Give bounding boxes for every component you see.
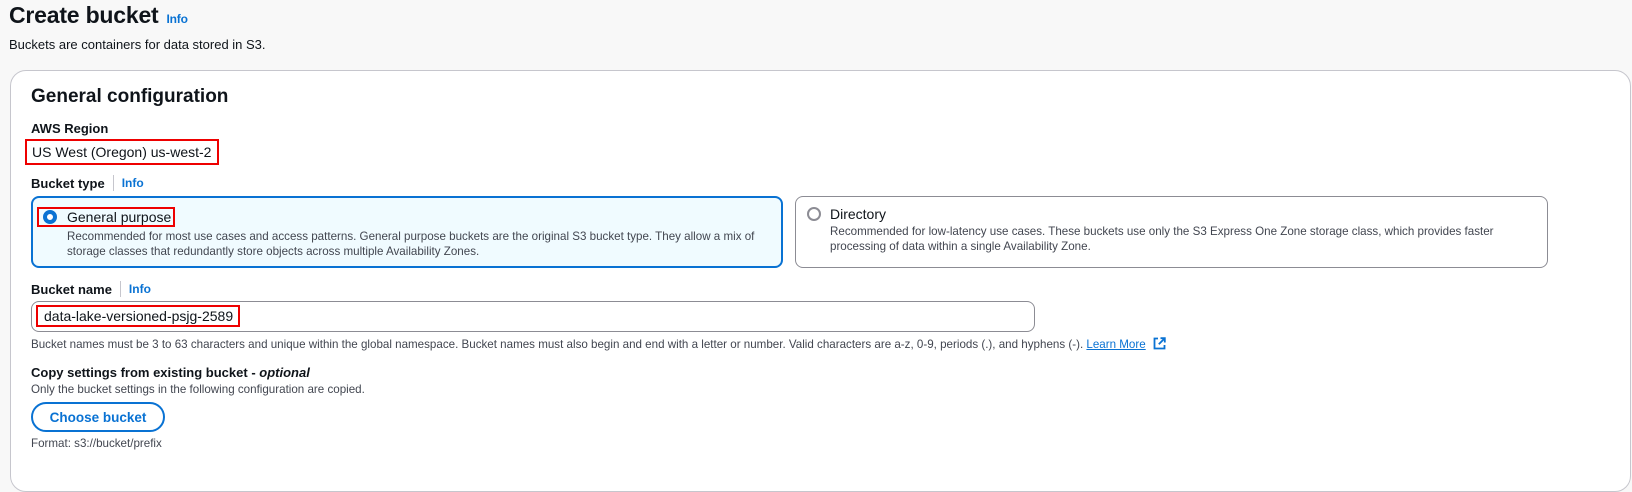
section-title: General configuration <box>31 86 229 107</box>
page-title: Create bucket Info <box>9 2 188 29</box>
choose-bucket-button[interactable]: Choose bucket <box>31 402 165 432</box>
region-label: AWS Region <box>31 121 108 136</box>
directory-name: Directory <box>830 206 887 222</box>
copy-settings-title-text: Copy settings from existing bucket - <box>31 365 260 380</box>
region-label-text: AWS Region <box>31 121 109 136</box>
learn-more-link[interactable]: Learn More <box>1086 338 1145 351</box>
bucket-type-directory-option[interactable]: Directory Recommended for low-latency us… <box>795 196 1548 268</box>
radio-general-purpose[interactable] <box>43 210 57 224</box>
page-description: Buckets are containers for data stored i… <box>9 37 266 52</box>
bucket-name-input[interactable]: data-lake-versioned-psjg-2589 <box>31 301 1035 332</box>
bucket-name-label-text: Bucket name <box>31 281 112 297</box>
radio-directory[interactable] <box>807 207 821 221</box>
copy-settings-title: Copy settings from existing bucket - opt… <box>31 365 310 380</box>
optional-label: optional <box>259 365 310 380</box>
external-link-icon[interactable] <box>1153 337 1166 353</box>
bucket-name-help-text: Bucket names must be 3 to 63 characters … <box>31 338 1084 351</box>
bucket-type-info-link[interactable]: Info <box>122 176 144 190</box>
page-title-text: Create bucket <box>9 2 159 28</box>
general-purpose-name: General purpose <box>37 207 176 227</box>
bucket-name-info-link[interactable]: Info <box>129 282 151 296</box>
bucket-name-help: Bucket names must be 3 to 63 characters … <box>31 337 1166 353</box>
bucket-type-label: Bucket type Info <box>31 175 144 191</box>
format-hint: Format: s3://bucket/prefix <box>31 437 162 450</box>
region-value: US West (Oregon) us-west-2 <box>25 139 219 165</box>
bucket-name-label: Bucket name Info <box>31 281 151 297</box>
directory-description: Recommended for low-latency use cases. T… <box>830 225 1494 253</box>
bucket-type-label-text: Bucket type <box>31 175 105 191</box>
general-purpose-description: Recommended for most use cases and acces… <box>67 230 755 258</box>
copy-settings-description: Only the bucket settings in the followin… <box>31 383 365 396</box>
bucket-type-general-purpose-option[interactable]: General purpose Recommended for most use… <box>31 196 783 268</box>
label-divider <box>112 175 114 191</box>
label-divider <box>119 281 121 297</box>
bucket-name-value: data-lake-versioned-psjg-2589 <box>36 305 241 327</box>
general-configuration-panel: General configuration AWS Region US West… <box>10 70 1631 492</box>
title-info-link[interactable]: Info <box>167 12 188 26</box>
